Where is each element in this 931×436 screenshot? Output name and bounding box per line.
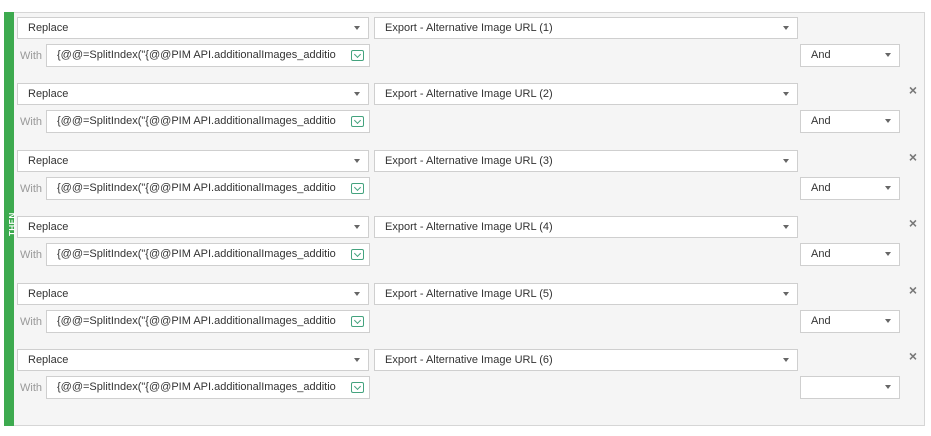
expression-input[interactable]: {@@=SplitIndex("{@@PIM API.additionalIma… <box>46 309 370 333</box>
with-label: With <box>20 116 42 129</box>
target-field-select-value: Export - Alternative Image URL (5) <box>385 287 553 300</box>
expression-input-value: {@@=SplitIndex("{@@PIM API.additionalIma… <box>57 49 336 61</box>
expression-input[interactable]: {@@=SplitIndex("{@@PIM API.additionalIma… <box>46 176 370 200</box>
rule-row: Replace Export - Alternative Image URL (… <box>14 344 925 404</box>
conjunction-select[interactable]: And <box>800 243 900 267</box>
expand-icon[interactable] <box>351 116 364 128</box>
chevron-down-icon <box>354 92 360 97</box>
conjunction-select-value: And <box>811 314 831 327</box>
target-field-select[interactable]: Export - Alternative Image URL (5) <box>374 282 798 305</box>
expression-input-value: {@@=SplitIndex("{@@PIM API.additionalIma… <box>57 115 336 128</box>
target-field-select-value: Export - Alternative Image URL (1) <box>385 22 553 34</box>
chevron-down-icon <box>885 185 891 190</box>
conjunction-select-value: And <box>811 248 831 261</box>
action-select-value: Replace <box>28 287 69 300</box>
rule-row: Replace Export - Alternative Image URL (… <box>14 145 925 205</box>
chevron-down-icon <box>783 158 789 163</box>
action-select[interactable]: Replace <box>17 149 369 172</box>
conjunction-select[interactable]: And <box>800 176 900 200</box>
chevron-down-icon <box>354 358 360 362</box>
conjunction-select-value: And <box>811 49 831 61</box>
expression-input[interactable]: {@@=SplitIndex("{@@PIM API.additionalIma… <box>46 110 370 134</box>
close-icon[interactable]: × <box>907 349 919 363</box>
chevron-down-icon <box>885 119 891 124</box>
chevron-down-icon <box>885 318 891 323</box>
rule-row: Replace Export - Alternative Image URL (… <box>14 211 925 271</box>
target-field-select-value: Export - Alternative Image URL (4) <box>385 221 553 234</box>
rule-row: Replace Export - Alternative Image URL (… <box>14 12 925 72</box>
with-label: With <box>20 315 42 328</box>
conjunction-select-value: And <box>811 115 831 128</box>
chevron-down-icon <box>885 252 891 257</box>
expression-input-value: {@@=SplitIndex("{@@PIM API.additionalIma… <box>57 181 336 194</box>
chevron-down-icon <box>885 385 891 389</box>
expand-icon[interactable] <box>351 182 364 194</box>
close-icon[interactable]: × <box>907 83 919 97</box>
target-field-select[interactable]: Export - Alternative Image URL (4) <box>374 216 798 239</box>
expression-input[interactable]: {@@=SplitIndex("{@@PIM API.additionalIma… <box>46 44 370 67</box>
expression-input[interactable]: {@@=SplitIndex("{@@PIM API.additionalIma… <box>46 376 370 399</box>
chevron-down-icon <box>783 291 789 296</box>
chevron-down-icon <box>354 225 360 230</box>
close-icon[interactable]: × <box>907 283 919 297</box>
with-label: With <box>20 182 42 195</box>
chevron-down-icon <box>354 291 360 296</box>
chevron-down-icon <box>783 92 789 97</box>
expand-icon[interactable] <box>351 315 364 327</box>
conjunction-select[interactable] <box>800 376 900 399</box>
rule-row: Replace Export - Alternative Image URL (… <box>14 278 925 338</box>
with-label: With <box>20 382 42 394</box>
rule-row: Replace Export - Alternative Image URL (… <box>14 78 925 138</box>
action-select-value: Replace <box>28 154 69 167</box>
target-field-select[interactable]: Export - Alternative Image URL (6) <box>374 349 798 371</box>
close-icon[interactable]: × <box>907 216 919 230</box>
action-select-value: Replace <box>28 221 69 234</box>
target-field-select-value: Export - Alternative Image URL (6) <box>385 354 553 366</box>
target-field-select[interactable]: Export - Alternative Image URL (1) <box>374 17 798 39</box>
action-select-value: Replace <box>28 22 69 34</box>
conjunction-select[interactable]: And <box>800 110 900 134</box>
target-field-select[interactable]: Export - Alternative Image URL (3) <box>374 149 798 172</box>
chevron-down-icon <box>354 158 360 163</box>
conjunction-select[interactable]: And <box>800 309 900 333</box>
expression-input[interactable]: {@@=SplitIndex("{@@PIM API.additionalIma… <box>46 243 370 267</box>
chevron-down-icon <box>783 26 789 30</box>
action-select[interactable]: Replace <box>17 17 369 39</box>
then-section-bar: THEN <box>4 12 17 426</box>
with-label: With <box>20 50 42 62</box>
action-select-value: Replace <box>28 354 69 366</box>
conjunction-select-value: And <box>811 181 831 194</box>
expression-input-value: {@@=SplitIndex("{@@PIM API.additionalIma… <box>57 314 336 327</box>
target-field-select-value: Export - Alternative Image URL (3) <box>385 154 553 167</box>
chevron-down-icon <box>783 225 789 230</box>
action-select[interactable]: Replace <box>17 282 369 305</box>
expand-icon[interactable] <box>351 382 364 393</box>
expression-input-value: {@@=SplitIndex("{@@PIM API.additionalIma… <box>57 248 336 261</box>
action-select[interactable]: Replace <box>17 349 369 371</box>
expression-input-value: {@@=SplitIndex("{@@PIM API.additionalIma… <box>57 381 336 393</box>
chevron-down-icon <box>354 26 360 30</box>
close-icon[interactable]: × <box>907 150 919 164</box>
chevron-down-icon <box>783 358 789 362</box>
action-select[interactable]: Replace <box>17 216 369 239</box>
action-select[interactable]: Replace <box>17 83 369 106</box>
chevron-down-icon <box>885 53 891 57</box>
expand-icon[interactable] <box>351 50 364 61</box>
expand-icon[interactable] <box>351 249 364 261</box>
action-select-value: Replace <box>28 88 69 101</box>
conjunction-select[interactable]: And <box>800 44 900 67</box>
target-field-select[interactable]: Export - Alternative Image URL (2) <box>374 83 798 106</box>
with-label: With <box>20 249 42 262</box>
target-field-select-value: Export - Alternative Image URL (2) <box>385 88 553 101</box>
